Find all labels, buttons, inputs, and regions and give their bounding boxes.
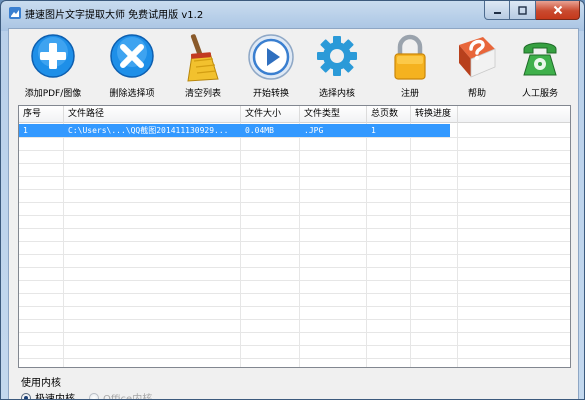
column-header-path[interactable]: 文件路径 [64,106,241,123]
manual-service-button[interactable]: 人工服务 [509,33,571,99]
maximize-button[interactable] [510,1,536,20]
row-divider [19,306,570,307]
start-convert-button[interactable]: 开始转换 [240,33,302,99]
window-controls [484,1,580,20]
plus-circle-icon [31,34,75,78]
kernel-option-office: Office内核 [89,390,153,400]
gear-icon [317,36,357,76]
row-divider [19,202,570,203]
row-divider [19,150,570,151]
window-title: 捷速图片文字提取大师 免费试用版 v1.2 [25,10,204,21]
column-divider [410,123,411,367]
select-kernel-button[interactable]: 选择内核 [306,33,368,99]
main-panel: 添加PDF/图像 删除选择项 清空列表 开始转换 选择内核 注册 帮助 人工服务… [8,28,579,400]
row-divider [19,176,570,177]
maximize-icon [518,5,527,15]
register-button[interactable]: 注册 [379,33,441,99]
row-divider [19,293,570,294]
column-divider [457,123,458,367]
row-divider [19,319,570,320]
telephone-icon [523,42,557,76]
cell-index: 1 [23,126,28,135]
column-header-type[interactable]: 文件类型 [300,106,367,123]
kernel-group-label: 使用内核 [21,378,61,389]
column-divider [240,123,241,367]
title-bar[interactable]: 捷速图片文字提取大师 免费试用版 v1.2 [1,1,584,25]
x-circle-icon [110,34,154,78]
toolbar: 添加PDF/图像 删除选择项 清空列表 开始转换 选择内核 注册 帮助 人工服务 [9,29,578,101]
cell-type: .JPG [304,126,324,135]
help-button[interactable]: 帮助 [446,33,508,99]
row-divider [19,254,570,255]
file-list-table[interactable]: 序号 文件路径 文件大小 文件类型 总页数 转换进度 1 C:\Users\..… [18,105,571,368]
radio-unselected-icon [89,392,99,399]
row-divider [19,280,570,281]
kernel-option-fast-label: 极速内核 [35,394,75,400]
app-window: 捷速图片文字提取大师 免费试用版 v1.2 添加PDF/图像 删除选择项 清空列… [0,0,585,400]
kernel-option-fast[interactable]: 极速内核 [21,390,75,400]
cell-size: 0.04MB [245,126,274,135]
row-divider [19,241,570,242]
select-kernel-label: 选择内核 [318,89,355,99]
clear-list-label: 清空列表 [184,89,221,99]
minimize-button[interactable] [484,1,510,20]
close-button[interactable] [536,1,580,20]
row-divider [19,358,570,359]
kernel-option-office-label: Office内核 [103,394,153,400]
column-header-progress[interactable]: 转换进度 [411,106,458,123]
delete-selected-label: 删除选择项 [109,89,155,99]
row-divider [19,228,570,229]
row-divider [19,163,570,164]
column-header-pages[interactable]: 总页数 [367,106,411,123]
add-pdf-image-button[interactable]: 添加PDF/图像 [22,33,84,99]
row-divider [19,332,570,333]
column-divider [63,123,64,367]
manual-service-label: 人工服务 [521,89,558,99]
delete-selected-button[interactable]: 删除选择项 [101,33,163,99]
start-convert-label: 开始转换 [252,89,289,99]
table-header: 序号 文件路径 文件大小 文件类型 总页数 转换进度 [19,106,570,123]
column-header-index[interactable]: 序号 [19,106,64,123]
broom-icon [187,34,219,82]
play-icon [248,34,294,80]
row-divider [19,137,570,138]
lock-icon [394,34,426,80]
clear-list-button[interactable]: 清空列表 [172,33,234,99]
row-divider [19,189,570,190]
help-book-icon [459,37,496,78]
add-pdf-image-label: 添加PDF/图像 [24,89,82,99]
column-header-size[interactable]: 文件大小 [241,106,300,123]
row-divider [19,267,570,268]
register-label: 注册 [400,89,419,99]
minimize-icon [493,11,501,14]
cell-path: C:\Users\...\QQ截图201411130929... [68,126,229,135]
cell-progress [411,124,458,137]
close-icon [553,5,562,15]
row-divider [19,345,570,346]
column-divider [366,123,367,367]
row-divider [19,215,570,216]
column-divider [299,123,300,367]
cell-pages: 1 [371,126,376,135]
radio-selected-icon[interactable] [21,392,31,399]
app-icon [9,7,21,19]
